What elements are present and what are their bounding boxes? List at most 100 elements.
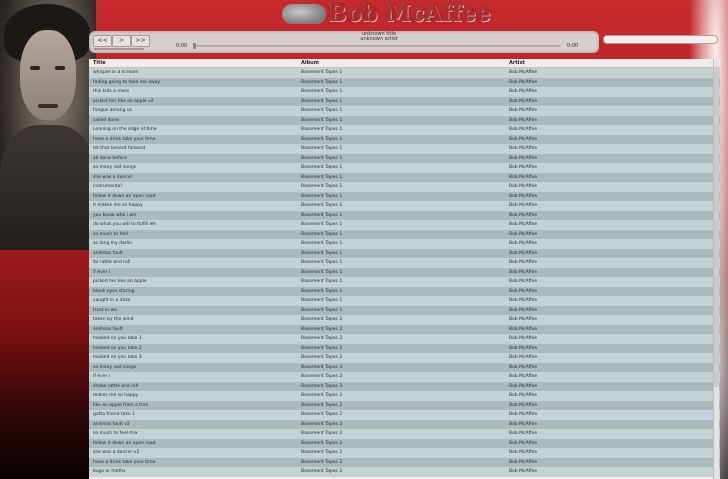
cell-artist: Bob McAffee — [509, 298, 538, 303]
table-row[interactable]: instrumental Basement Tapes 1 Bob McAffee — [89, 182, 720, 192]
cell-artist: Bob McAffee — [509, 279, 538, 284]
cell-title: fading going to take me away — [93, 79, 161, 85]
previous-button[interactable]: << — [93, 35, 112, 47]
table-row[interactable]: so many sad songs Basement Tapes 3 Bob McA… — [89, 362, 720, 372]
cell-title: picked her like an apple — [93, 279, 147, 284]
cell-title: trust in we — [93, 307, 117, 313]
cell-album: Basement Tapes 1 — [301, 165, 343, 170]
volume-slider[interactable] — [94, 48, 144, 50]
table-row[interactable]: makes me so happy Basement Tapes 2 Bob McA… — [89, 391, 720, 401]
cell-title: whisper in a scream — [93, 70, 139, 75]
table-row[interactable]: Leaning on the edge of time Basement Tape… — [89, 125, 720, 135]
table-row[interactable]: sailed done Basement Tapes 1 Bob McAffee — [89, 115, 720, 125]
cell-title: let that lament forward — [93, 146, 146, 151]
cell-title: hooked on you take 1 — [93, 336, 142, 341]
table-row[interactable]: have a drink take your time Basement Tape… — [89, 134, 720, 144]
cell-artist: Bob McAffee — [509, 250, 538, 256]
cell-title: if ever i — [93, 374, 110, 379]
table-row[interactable]: andreas fault v2 Basement Tapes 2 Bob McAf… — [89, 419, 720, 429]
cell-artist: Bob McAffee — [509, 146, 538, 151]
cell-album: Basement Tapes 2 — [301, 459, 343, 465]
play-button[interactable]: > — [112, 35, 131, 47]
table-row[interactable]: its rattle and roll Basement Tapes 1 Bob M… — [89, 258, 720, 268]
scrollbar-thumb[interactable] — [714, 67, 719, 387]
cell-album: Basement Tapes 3 — [301, 364, 343, 370]
table-row[interactable]: she was a dancer v2 Basement Tapes 2 Bob M… — [89, 448, 720, 458]
table-row[interactable]: hooked on you take 3 Basement Tapes 2 Bob … — [89, 353, 720, 363]
track-info: unknown title unknown artist — [319, 32, 439, 42]
table-row[interactable]: andreas fault Basement Tapes 2 Bob McAffee — [89, 324, 720, 334]
table-row[interactable]: this kids a mess Basement Tapes 1 Bob McAf… — [89, 87, 720, 97]
table-row[interactable]: bugs or moths Basement Tapes 2 Bob McAffee — [89, 467, 720, 477]
search-input[interactable] — [603, 35, 718, 44]
table-row[interactable]: it makes me so happy Basement Tapes 1 Bob … — [89, 201, 720, 211]
table-row[interactable]: so much to feel Basement Tapes 1 Bob McAff… — [89, 229, 720, 239]
cell-artist: Bob McAffee — [509, 70, 538, 75]
table-row[interactable]: andreas fault Basement Tapes 1 Bob McAffee — [89, 248, 720, 258]
cell-title: taken by the wind — [93, 317, 134, 322]
table-row[interactable]: taken by the wind Basement Tapes 2 Bob McA… — [89, 315, 720, 325]
cell-title: so much to feel mix — [93, 431, 138, 436]
cell-title: makes me so happy — [93, 393, 139, 398]
table-row[interactable]: like an apple from a tree Basement Tapes … — [89, 400, 720, 410]
table-row[interactable]: gotta friend take 1 Basement Tapes 2 Bob M… — [89, 410, 720, 420]
table-row[interactable]: you know who i am Basement Tapes 1 Bob McA… — [89, 210, 720, 220]
table-row[interactable]: so many sad songs Basement Tapes 1 Bob McA… — [89, 163, 720, 173]
cell-title: this kids a mess — [93, 89, 130, 94]
artist-portrait — [0, 0, 96, 250]
table-row[interactable]: fading going to take me away Basement Tap… — [89, 77, 720, 87]
table-row[interactable]: hooked on you take 1 Basement Tapes 2 Bob … — [89, 334, 720, 344]
cell-album: Basement Tapes 2 — [301, 355, 343, 360]
cell-artist: Bob McAffee — [509, 155, 538, 161]
cell-album: Basement Tapes 1 — [301, 98, 343, 104]
table-row[interactable]: whisper in a scream Basement Tapes 1 Bob M… — [89, 68, 720, 78]
cell-artist: Bob McAffee — [509, 459, 538, 465]
table-row[interactable]: let that lament forward Basement Tapes 1 B… — [89, 144, 720, 154]
table-row[interactable]: she was a dancer Basement Tapes 1 Bob McAf… — [89, 172, 720, 182]
cell-album: Basement Tapes 2 — [301, 336, 343, 341]
cell-artist: Bob McAffee — [509, 355, 538, 360]
cell-album: Basement Tapes 1 — [301, 184, 343, 189]
current-time: 0:00 — [176, 43, 188, 49]
table-row[interactable]: so much to feel mix Basement Tapes 2 Bob M… — [89, 429, 720, 439]
cell-artist: Bob McAffee — [509, 317, 538, 322]
playlist-rows: whisper in a scream Basement Tapes 1 Bob M… — [89, 68, 720, 477]
column-header-album[interactable]: Album — [301, 60, 509, 67]
column-header-title[interactable]: Title — [89, 60, 301, 67]
cell-artist: Bob McAffee — [509, 374, 538, 379]
table-row[interactable]: so long my darlin Basement Tapes 1 Bob McA… — [89, 239, 720, 249]
next-button[interactable]: >> — [131, 35, 150, 47]
table-row[interactable]: if ever i Basement Tapes 1 Bob McAffee — [89, 267, 720, 277]
cell-title: Leaning on the edge of time — [93, 127, 157, 132]
cell-artist: Bob McAffee — [509, 345, 538, 351]
table-row[interactable]: caught in a daze Basement Tapes 1 Bob McAf… — [89, 296, 720, 306]
seek-handle[interactable] — [193, 43, 196, 49]
table-row[interactable]: fungus among us Basement Tapes 1 Bob McAff… — [89, 106, 720, 116]
cell-title: follow it down an open road — [93, 440, 156, 446]
seek-bar[interactable] — [193, 43, 561, 49]
cell-album: Basement Tapes 3 — [301, 383, 343, 389]
table-row[interactable]: have a drink take your time Basement Tape… — [89, 457, 720, 467]
cell-title: she was a dancer — [93, 174, 133, 180]
cell-artist: Bob McAffee — [509, 412, 538, 417]
table-row[interactable]: trust in we Basement Tapes 1 Bob McAffee — [89, 305, 720, 315]
table-row[interactable]: follow it down an open road Basement Tape… — [89, 438, 720, 448]
table-row[interactable]: follow it down an open road Basement Tape… — [89, 191, 720, 201]
cell-title: so long my darlin — [93, 241, 132, 246]
table-row[interactable]: picked her like an apple v2 Basement Tape… — [89, 96, 720, 106]
column-header-artist[interactable]: Artist — [509, 60, 720, 67]
cell-artist: Bob McAffee — [509, 98, 538, 104]
table-row[interactable]: all done before Basement Tapes 1 Bob McAff… — [89, 153, 720, 163]
table-row[interactable]: shake rattle and roll Basement Tapes 3 Bob… — [89, 381, 720, 391]
cell-title: fungus among us — [93, 108, 133, 113]
table-row[interactable]: hooked on you take 2 Basement Tapes 2 Bob … — [89, 343, 720, 353]
table-row[interactable]: if ever i Basement Tapes 2 Bob McAffee — [89, 372, 720, 382]
cell-title: gotta friend take 1 — [93, 412, 135, 417]
scrollbar[interactable] — [713, 59, 719, 479]
cell-artist: Bob McAffee — [509, 184, 538, 189]
table-row[interactable]: picked her like an apple Basement Tapes 1… — [89, 277, 720, 287]
table-row[interactable]: do what you will to fulfill wh Basement T… — [89, 220, 720, 230]
cell-album: Basement Tapes 1 — [301, 241, 343, 246]
cell-album: Basement Tapes 1 — [301, 89, 343, 94]
table-row[interactable]: blank eyes staring Basement Tapes 1 Bob Mc… — [89, 286, 720, 296]
